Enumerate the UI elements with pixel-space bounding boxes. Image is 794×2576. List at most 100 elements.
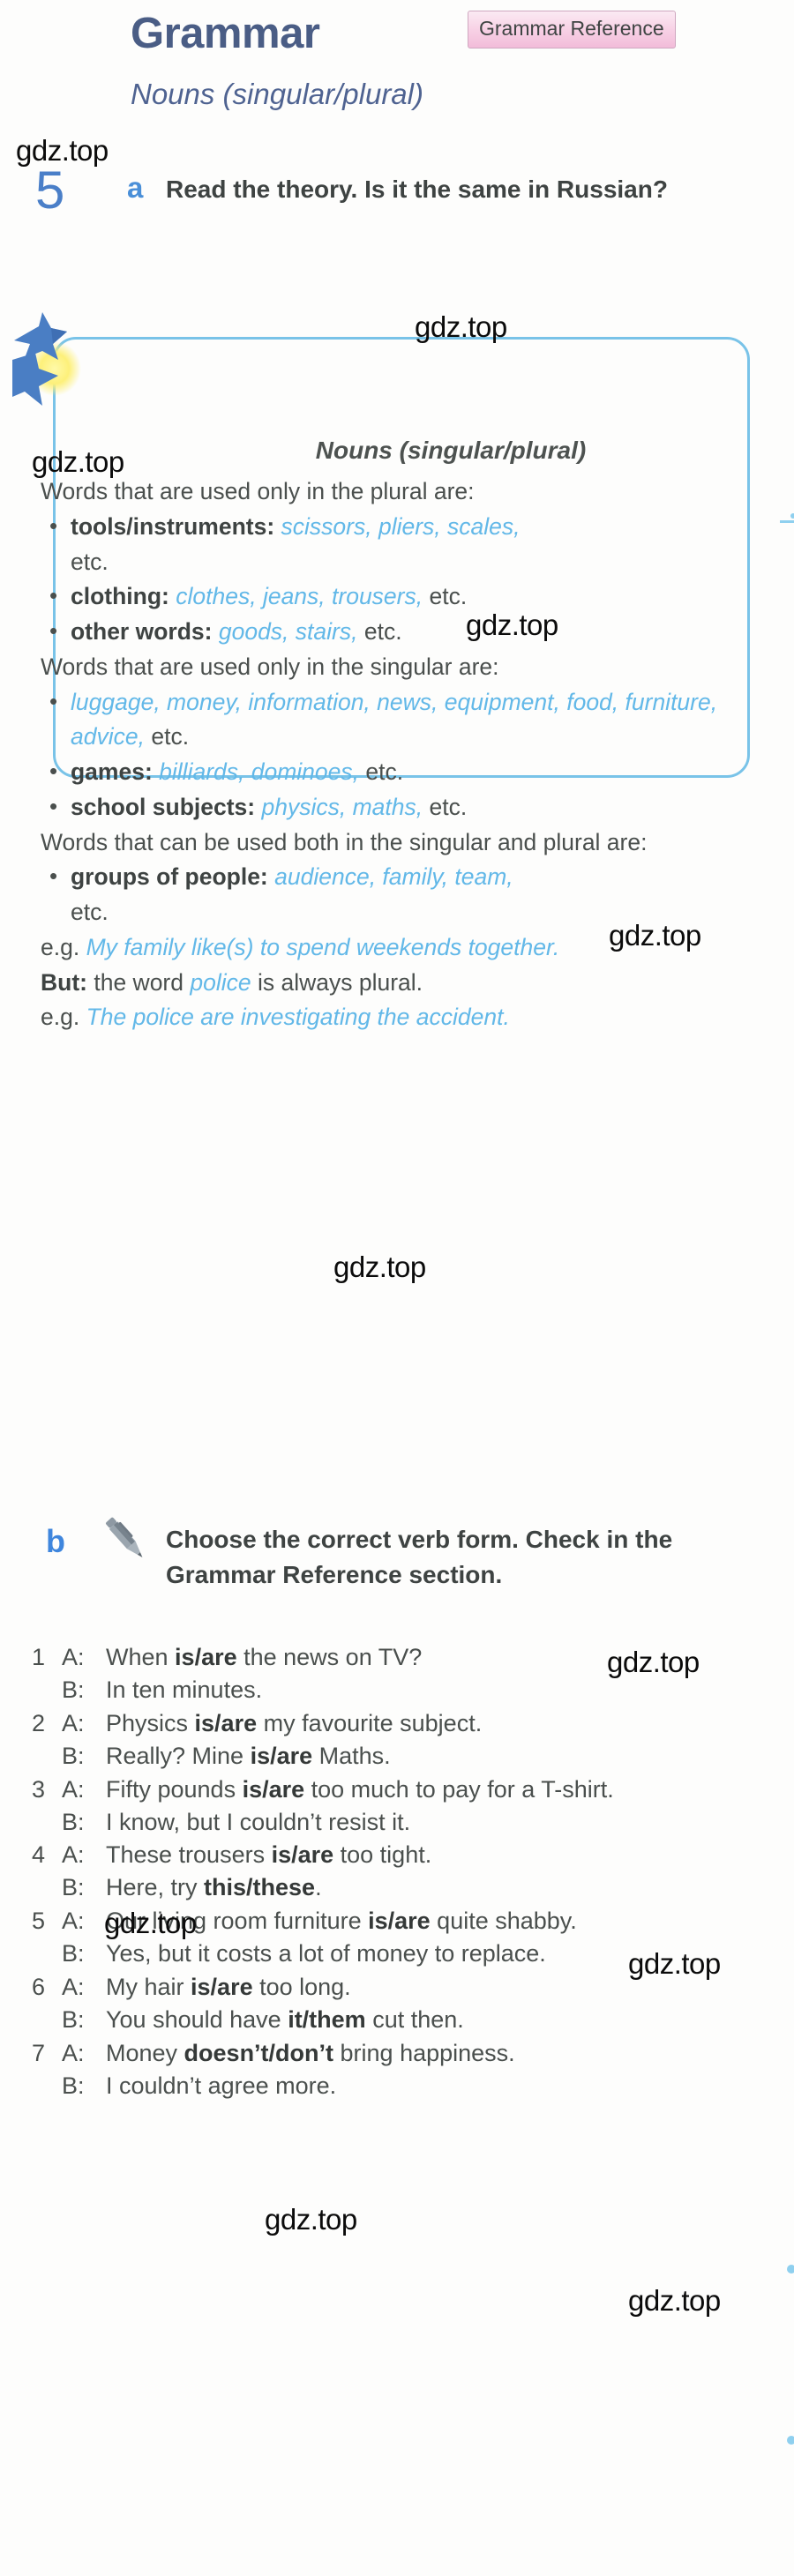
sentence-text: These trousers: [106, 1841, 272, 1869]
pen-icon: [106, 1517, 143, 1557]
sentence-text: too much to pay for a T-shirt.: [304, 1775, 614, 1803]
sentence-text: the news on TV?: [236, 1644, 423, 1670]
dialogue-line: B: In ten minutes.: [25, 1675, 792, 1706]
list-item: tools/instruments: scissors, pliers, sca…: [41, 509, 755, 580]
page-edge-dot: [787, 2436, 794, 2445]
page-title: Grammar: [131, 10, 320, 57]
verb-choice-option[interactable]: is/are: [191, 1974, 253, 2000]
dialogue-line: B: I know, but I couldn’t resist it.: [25, 1807, 792, 1839]
list-item: luggage, money, information, news, equip…: [41, 684, 755, 756]
dialogue-text: You should have it/them cut then.: [106, 2005, 792, 2036]
star-bird-decoration: [12, 312, 81, 406]
page-edge-dot: [790, 513, 794, 519]
page-edge-mark: [780, 520, 794, 523]
example-words: billiards, dominoes,: [159, 758, 360, 785]
section-subtitle: Nouns (singular/plural): [131, 78, 423, 110]
sentence-text: Money: [106, 2039, 184, 2066]
sentence-text: My hair: [106, 1974, 191, 2001]
dialogue-line: 3 A: Fifty pounds is/are too much to pay f…: [25, 1774, 792, 1806]
dialogue-text: Really? Mine is/are Maths.: [106, 1741, 792, 1773]
example-words: physics, maths,: [261, 793, 423, 820]
sentence-text: Yes, but it costs a lot of money to repl…: [106, 1940, 546, 1967]
sentence-text: my favourite subject.: [257, 1709, 483, 1736]
dialogue-line: 4 A: These trousers is/are too tight.: [25, 1840, 792, 1871]
but-label: But:: [41, 968, 87, 996]
verb-choice-option[interactable]: doesn’t/don’t: [184, 2040, 333, 2066]
list-item: groups of people: audience, family, team…: [41, 859, 755, 930]
but-keyword: police: [190, 968, 251, 996]
sentence-text: Physics: [106, 1709, 195, 1736]
dialogue-line: B: Here, try this/these.: [25, 1872, 792, 1904]
theory-heading: Nouns (singular/plural): [315, 437, 587, 464]
dialogue-text: Our living room furniture is/are quite s…: [106, 1906, 792, 1938]
verb-choice-option[interactable]: it/them: [288, 2006, 366, 2033]
dialogue-text: When is/are the news on TV?: [106, 1642, 792, 1674]
sentence-text: bring happiness.: [333, 2039, 515, 2066]
theory-singular-list: luggage, money, information, news, equip…: [41, 684, 755, 825]
dialogue-line: 2 A: Physics is/are my favourite subject.: [25, 1708, 792, 1740]
dialogue-speaker: A:: [62, 1775, 85, 1803]
sentence-text: Our living room furniture: [106, 1908, 369, 1935]
dialogue-text: Fifty pounds is/are too much to pay for …: [106, 1774, 792, 1806]
sentence-text: I couldn’t agree more.: [106, 2072, 337, 2099]
dialogue-line: 6 A: My hair is/are too long.: [25, 1972, 792, 2004]
verb-choice-option[interactable]: is/are: [251, 1743, 313, 1769]
eg-sentence: My family like(s) to spend weekends toge…: [86, 933, 560, 960]
dialogue-line: B: Really? Mine is/are Maths.: [25, 1741, 792, 1773]
dialogue-number: 1: [32, 1644, 46, 1670]
verb-choice-option[interactable]: this/these: [204, 1874, 315, 1900]
dialogue-text: I couldn’t agree more.: [106, 2071, 792, 2102]
verb-choice-option[interactable]: is/are: [368, 1908, 431, 1934]
etc-label: etc.: [365, 758, 404, 785]
verb-choice-option[interactable]: is/are: [243, 1776, 305, 1803]
exercise-letter-a: a: [127, 171, 144, 204]
dialogue-number: 5: [32, 1908, 46, 1935]
grammar-reference-badge[interactable]: Grammar Reference: [468, 11, 676, 49]
sentence-text: Maths.: [312, 1742, 391, 1769]
etc-label: etc.: [71, 899, 109, 925]
dialogue-text: I know, but I couldn’t resist it.: [106, 1807, 792, 1839]
term-label: clothing:: [71, 583, 169, 610]
dialogue-item: 1 A: When is/are the news on TV? B: In ten m…: [25, 1642, 792, 1706]
sentence-text: cut then.: [365, 2005, 464, 2033]
page-edge-dot: [787, 2265, 794, 2274]
dialogue-speaker: A:: [62, 1908, 85, 1935]
dialogue-text: My hair is/are too long.: [106, 1972, 792, 2004]
etc-label: etc.: [429, 793, 468, 820]
exercise-b-instruction: Choose the correct verb form. Check in t…: [166, 1526, 673, 1588]
sentence-text: Fifty pounds: [106, 1775, 243, 1803]
textbook-page: Grammar Grammar Reference Nouns (singula…: [0, 0, 794, 2576]
verb-choice-option[interactable]: is/are: [272, 1841, 334, 1868]
dialogue-speaker: B:: [62, 1808, 85, 1835]
dialogue-speaker: B:: [62, 2005, 85, 2033]
dialogue-item: 3 A: Fifty pounds is/are too much to pay f…: [25, 1774, 792, 1839]
sentence-text: In ten minutes.: [106, 1676, 263, 1703]
list-item: school subjects: physics, maths, etc.: [41, 789, 755, 825]
dialogue-speaker: B:: [62, 1742, 85, 1769]
eg-label: e.g.: [41, 1004, 80, 1031]
sentence-text: too long.: [252, 1974, 351, 2001]
theory-content: Nouns (singular/plural) Words that are u…: [41, 432, 755, 1035]
dialogue-line: 7 A: Money doesn’t/don’t bring happiness.: [25, 2038, 792, 2070]
theory-intro-plural: Words that are used only in the plural a…: [41, 478, 475, 504]
sentence-text: quite shabby.: [430, 1908, 577, 1935]
example-words: clothes, jeans, trousers,: [176, 583, 423, 610]
dialogue-number: 6: [32, 1974, 46, 2001]
dialogue-text: These trousers is/are too tight.: [106, 1840, 792, 1871]
dialogue-text: Here, try this/these.: [106, 1872, 792, 1904]
dialogue-item: 5 A: Our living room furniture is/are quit…: [25, 1906, 792, 1970]
dialogue-text: Money doesn’t/don’t bring happiness.: [106, 2038, 792, 2070]
dialogue-item: 6 A: My hair is/are too long. B: You should …: [25, 1972, 792, 2036]
theory-example-2: e.g. The police are investigating the ac…: [41, 1000, 755, 1035]
dialogue-speaker: B:: [62, 2072, 85, 2099]
etc-label: etc.: [429, 583, 468, 610]
sentence-text: .: [315, 1874, 322, 1901]
example-words: scissors, pliers, scales,: [281, 512, 521, 540]
verb-choice-option[interactable]: is/are: [175, 1644, 237, 1670]
verb-choice-option[interactable]: is/are: [195, 1710, 258, 1736]
but-text-pre: the word: [94, 968, 184, 996]
dialogue-line: 5 A: Our living room furniture is/are quit…: [25, 1906, 792, 1938]
sentence-text: Really? Mine: [106, 1742, 251, 1769]
exercise-a-instruction: Read the theory. Is it the same in Russi…: [166, 175, 668, 203]
sentence-text: Here, try: [106, 1874, 205, 1901]
